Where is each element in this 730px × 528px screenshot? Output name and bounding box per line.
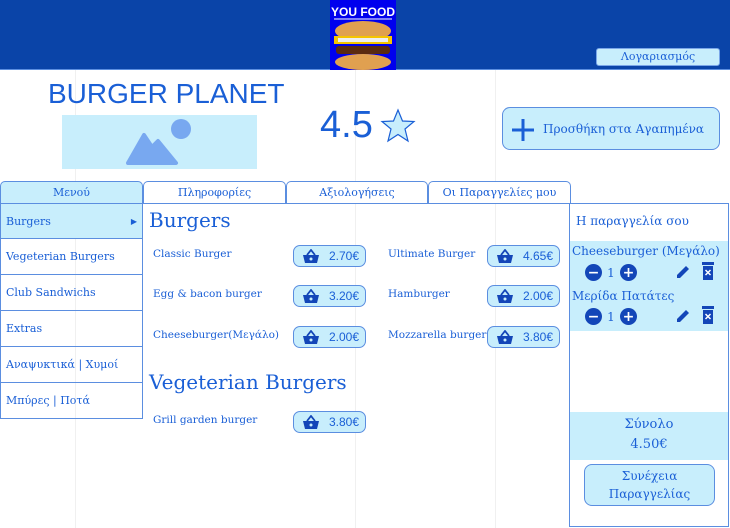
add-to-cart-button[interactable]: 4.65€ — [487, 245, 560, 267]
add-favorite-label: Προσθήκη στα Αγαπημένα — [543, 121, 705, 136]
dish-name: Cheeseburger(Μεγάλο) — [153, 329, 280, 341]
minus-icon[interactable]: − — [585, 308, 602, 325]
sidebar-item-label: Burgers — [6, 215, 51, 228]
section-title: Vegeterian Burgers — [149, 370, 347, 394]
restaurant-image — [62, 115, 257, 169]
order-item-name: Μερίδα Πατάτες — [572, 289, 675, 303]
section-title: Burgers — [149, 208, 231, 232]
sidebar-item-vegeterian-burgers[interactable]: Vegeterian Burgers — [0, 239, 143, 275]
total-label: Σύνολο — [624, 417, 674, 432]
dish-name: Mozzarella burger — [388, 329, 487, 341]
sidebar-item-soft-drinks[interactable]: Αναψυκτικά | Χυμοί — [0, 347, 143, 383]
rating-value: 4.5 — [320, 104, 373, 146]
price: 2.00€ — [522, 289, 553, 303]
add-to-cart-button[interactable]: 2.70€ — [293, 245, 366, 267]
price: 2.70€ — [328, 249, 359, 263]
add-to-cart-button[interactable]: 2.00€ — [293, 326, 366, 348]
order-items: Cheeseburger (Μεγάλο) −1 + Μερίδα Πατάτες… — [570, 241, 728, 331]
order-title: Η παραγγελία σου — [576, 214, 689, 228]
logo-text: YOU FOOD — [331, 5, 395, 19]
basket-icon — [497, 288, 513, 303]
price: 2.00€ — [328, 330, 359, 344]
sidebar-item-club-sandwichs[interactable]: Club Sandwichs — [0, 275, 143, 311]
dish-name: Ultimate Burger — [388, 248, 476, 260]
edit-icon[interactable] — [675, 308, 691, 324]
add-to-cart-button[interactable]: 3.80€ — [293, 411, 366, 433]
plus-icon — [512, 118, 534, 141]
add-to-cart-button[interactable]: 3.20€ — [293, 285, 366, 307]
tab-my-orders[interactable]: Οι Παραγγελίες μου — [428, 181, 571, 204]
sidebar-item-burgers[interactable]: Burgers ▶ — [0, 203, 143, 239]
category-sidebar: Burgers ▶ Vegeterian Burgers Club Sandwic… — [0, 203, 143, 419]
dish-name: Egg & bacon burger — [153, 288, 262, 300]
logo[interactable]: YOU FOOD — [330, 0, 396, 70]
add-to-cart-button[interactable]: 2.00€ — [487, 285, 560, 307]
sidebar-item-label: Vegeterian Burgers — [6, 250, 115, 263]
plus-icon[interactable]: + — [620, 264, 637, 281]
sidebar-item-label: Extras — [6, 322, 43, 335]
dish-name: Grill garden burger — [153, 414, 258, 426]
order-total: Σύνολο 4.50€ — [570, 412, 728, 460]
basket-icon — [303, 329, 319, 344]
price: 4.65€ — [522, 249, 553, 263]
edit-icon[interactable] — [675, 264, 691, 280]
sidebar-item-beers[interactable]: Μπύρες | Ποτά — [0, 383, 143, 419]
basket-icon — [303, 288, 319, 303]
account-button[interactable]: Λογαριασμός — [596, 48, 720, 66]
quantity: 1 — [607, 265, 615, 280]
minus-icon[interactable]: − — [585, 264, 602, 281]
sidebar-item-label: Αναψυκτικά | Χυμοί — [6, 358, 119, 371]
price: 3.80€ — [328, 415, 359, 429]
tab-menu[interactable]: Μενού — [0, 181, 143, 204]
order-item-name: Cheeseburger (Μεγάλο) — [572, 244, 720, 258]
quantity: 1 — [607, 309, 615, 324]
dish-name: Classic Burger — [153, 248, 232, 260]
sidebar-item-extras[interactable]: Extras — [0, 311, 143, 347]
delete-icon[interactable] — [700, 306, 716, 325]
price: 3.80€ — [522, 330, 553, 344]
restaurant-name: BURGER PLANET — [48, 78, 285, 109]
price: 3.20€ — [328, 289, 359, 303]
star-icon[interactable] — [380, 108, 416, 144]
add-to-cart-button[interactable]: 3.80€ — [487, 326, 560, 348]
sidebar-item-label: Μπύρες | Ποτά — [6, 394, 90, 407]
continue-label: Παραγγελίας — [608, 487, 691, 501]
delete-icon[interactable] — [700, 262, 716, 281]
plus-icon[interactable]: + — [620, 308, 637, 325]
tab-divider — [143, 203, 570, 204]
tab-info[interactable]: Πληροφορίες — [143, 181, 286, 204]
total-value: 4.50€ — [630, 437, 668, 452]
basket-icon — [303, 414, 319, 429]
dish-name: Hamburger — [388, 288, 450, 300]
add-favorite-button[interactable]: Προσθήκη στα Αγαπημένα — [502, 107, 720, 150]
tab-reviews[interactable]: Αξιολογήσεις — [286, 181, 428, 204]
continue-label: Συνέχεια — [621, 469, 678, 483]
basket-icon — [497, 248, 513, 263]
order-panel: Η παραγγελία σου Cheeseburger (Μεγάλο) −… — [569, 203, 729, 527]
caret-right-icon: ▶ — [130, 217, 137, 226]
sidebar-item-label: Club Sandwichs — [6, 286, 96, 299]
top-header: YOU FOOD Λογαριασμός — [0, 0, 730, 70]
image-placeholder-icon — [126, 119, 191, 165]
basket-icon — [497, 329, 513, 344]
continue-order-button[interactable]: Συνέχεια Παραγγελίας — [584, 464, 715, 506]
basket-icon — [303, 248, 319, 263]
